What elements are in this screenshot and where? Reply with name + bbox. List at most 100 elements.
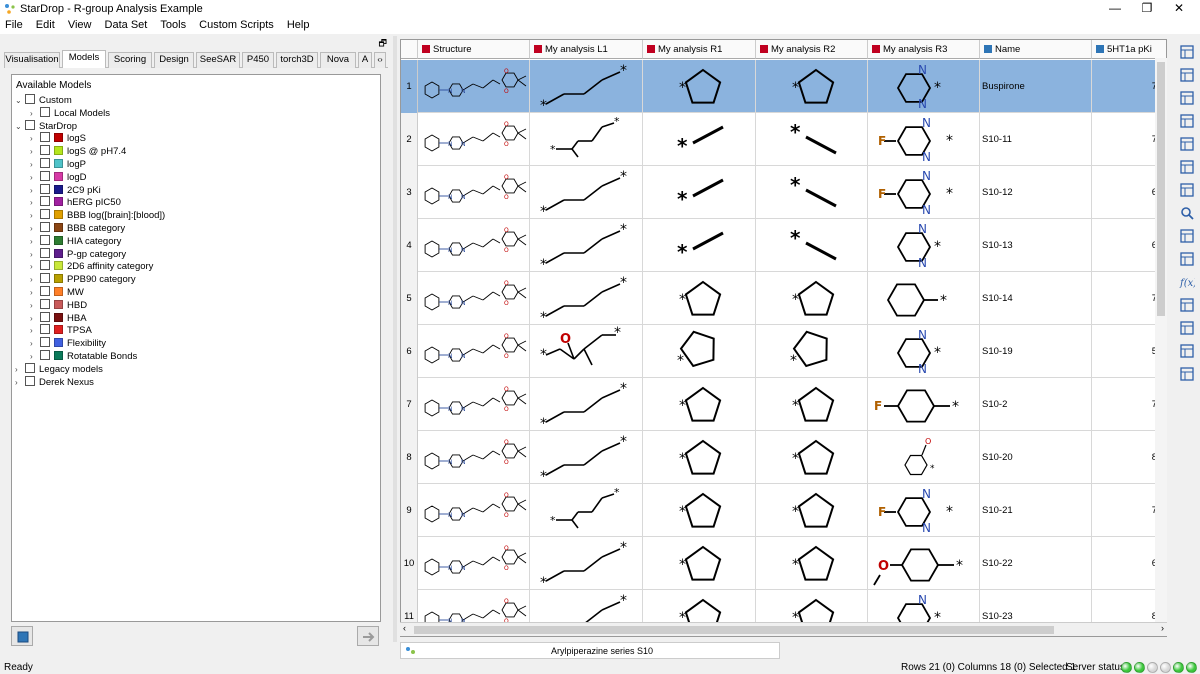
- tab-design[interactable]: Design: [154, 52, 194, 68]
- name-cell[interactable]: S10-13: [980, 219, 1092, 272]
- tree-item-logp[interactable]: › logP: [30, 158, 86, 170]
- tree-icon[interactable]: [1179, 90, 1195, 106]
- table-row[interactable]: 2OONN****FNN*S10-117.0: [401, 113, 1166, 166]
- tree-checkbox[interactable]: [40, 145, 50, 156]
- copy-model-button[interactable]: [11, 626, 33, 646]
- r1-cell[interactable]: *: [643, 113, 756, 166]
- row-number[interactable]: 1: [401, 60, 418, 113]
- tree-checkbox[interactable]: [40, 183, 50, 194]
- tree-item-p-gp-category[interactable]: › P-gp category: [30, 247, 126, 260]
- structure-cell[interactable]: O O N N: [418, 484, 530, 537]
- l1-cell[interactable]: * * O: [530, 325, 643, 378]
- tree-checkbox[interactable]: [40, 273, 50, 284]
- r1-cell[interactable]: *: [643, 219, 756, 272]
- r1-cell[interactable]: *: [643, 484, 756, 537]
- row-number[interactable]: 10: [401, 537, 418, 590]
- table-row[interactable]: 4OONN****NN*S10-136.9: [401, 219, 1166, 272]
- table-icon[interactable]: [1179, 159, 1195, 175]
- tree-item-flexibility[interactable]: › Flexibility: [30, 337, 106, 349]
- table-row[interactable]: 8OONN****O*S10-208.7: [401, 431, 1166, 484]
- link-icon[interactable]: [1179, 297, 1195, 313]
- tree-item-logs[interactable]: › logS: [30, 132, 86, 144]
- column-header-structure[interactable]: Structure: [418, 40, 530, 59]
- structure-cell[interactable]: O O N N: [418, 113, 530, 166]
- row-number[interactable]: 4: [401, 219, 418, 272]
- menu-view[interactable]: View: [63, 18, 97, 31]
- r1-cell[interactable]: *: [643, 166, 756, 219]
- column-header-my-analysis-l1[interactable]: My analysis L1: [530, 40, 643, 59]
- chevron-right-icon[interactable]: ›: [30, 325, 40, 337]
- l1-cell[interactable]: **: [530, 484, 643, 537]
- name-cell[interactable]: S10-19: [980, 325, 1092, 378]
- r2-cell[interactable]: *: [756, 537, 868, 590]
- tree-checkbox[interactable]: [40, 158, 50, 168]
- tab-seesar[interactable]: SeeSAR: [196, 52, 240, 68]
- chevron-right-icon[interactable]: ›: [30, 274, 40, 286]
- structure-cell[interactable]: O O N N: [418, 60, 530, 113]
- r3-cell[interactable]: N N *: [868, 325, 980, 378]
- structure-cell[interactable]: O O N N: [418, 272, 530, 325]
- menu-data-set[interactable]: Data Set: [100, 18, 153, 31]
- r1-cell[interactable]: *: [643, 431, 756, 484]
- tab-torch3d[interactable]: torch3D: [276, 52, 318, 68]
- name-cell[interactable]: S10-11: [980, 113, 1092, 166]
- chevron-right-icon[interactable]: ›: [30, 133, 40, 145]
- tree-item-tpsa[interactable]: › TPSA: [30, 324, 92, 336]
- r2-cell[interactable]: *: [756, 431, 868, 484]
- chevron-right-icon[interactable]: ›: [30, 172, 40, 184]
- chevron-right-icon[interactable]: ›: [30, 223, 40, 235]
- tree-checkbox[interactable]: [40, 311, 50, 322]
- r3-cell[interactable]: *: [868, 272, 980, 325]
- column-header-name[interactable]: Name: [980, 40, 1092, 59]
- chevron-down-icon[interactable]: ⌄: [15, 121, 25, 133]
- tree-checkbox[interactable]: [40, 286, 50, 296]
- name-cell[interactable]: Buspirone: [980, 60, 1092, 113]
- export-icon[interactable]: [1179, 343, 1195, 359]
- structure-cell[interactable]: O O N N: [418, 219, 530, 272]
- tree-item-bbb-log-brain-blood[interactable]: › BBB log([brain]:[blood]): [30, 209, 165, 221]
- menu-custom-scripts[interactable]: Custom Scripts: [194, 18, 279, 31]
- tree-checkbox[interactable]: [40, 260, 50, 271]
- tree-item-custom[interactable]: ⌄ Custom: [15, 94, 72, 106]
- r1-cell[interactable]: *: [643, 537, 756, 590]
- tree-checkbox[interactable]: [40, 132, 50, 143]
- r3-cell[interactable]: F N N *: [868, 484, 980, 537]
- tree-item-hba[interactable]: › HBA: [30, 311, 87, 325]
- r3-cell[interactable]: N N *: [868, 219, 980, 272]
- r2-cell[interactable]: *: [756, 378, 868, 431]
- chevron-right-icon[interactable]: ›: [30, 287, 40, 299]
- chevron-right-icon[interactable]: ›: [30, 185, 40, 197]
- l1-cell[interactable]: **: [530, 537, 643, 590]
- menu-help[interactable]: Help: [282, 18, 315, 31]
- tree-checkbox[interactable]: [40, 234, 50, 245]
- tree-checkbox[interactable]: [40, 106, 50, 117]
- row-number[interactable]: 6: [401, 325, 418, 378]
- chevron-right-icon[interactable]: ›: [30, 313, 40, 325]
- tree-item-hia-category[interactable]: › HIA category: [30, 234, 121, 247]
- l1-cell[interactable]: **: [530, 431, 643, 484]
- column-header-my-analysis-r2[interactable]: My analysis R2: [756, 40, 868, 59]
- row-number[interactable]: 7: [401, 378, 418, 431]
- tree-checkbox[interactable]: [40, 170, 50, 181]
- column-header-my-analysis-r3[interactable]: My analysis R3: [868, 40, 980, 59]
- minimize-button[interactable]: —: [1100, 0, 1130, 18]
- tab-models[interactable]: Models: [62, 50, 106, 68]
- structure-cell[interactable]: O O N N: [418, 166, 530, 219]
- r2-cell[interactable]: *: [756, 166, 868, 219]
- check-list-icon[interactable]: [1179, 251, 1195, 267]
- chevron-down-icon[interactable]: ⌄: [15, 95, 25, 107]
- grid-view-icon[interactable]: [1179, 44, 1195, 60]
- sheet-tab[interactable]: Arylpiperazine series S10: [551, 646, 653, 656]
- tree-checkbox[interactable]: [40, 337, 50, 348]
- table-row[interactable]: 3OONN****FNN*S10-126.6: [401, 166, 1166, 219]
- r2-cell[interactable]: *: [756, 325, 868, 378]
- r1-cell[interactable]: *: [643, 378, 756, 431]
- tree-checkbox[interactable]: [40, 196, 50, 207]
- structure-cell[interactable]: O O N N: [418, 378, 530, 431]
- function-icon[interactable]: f(x): [1179, 274, 1195, 290]
- l1-cell[interactable]: **: [530, 166, 643, 219]
- tree-item-logd[interactable]: › logD: [30, 170, 87, 184]
- close-button[interactable]: ✕: [1164, 0, 1194, 18]
- tree-item-2c9-pki[interactable]: › 2C9 pKi: [30, 183, 101, 197]
- table-row[interactable]: 7OONN****F*S10-27.1: [401, 378, 1166, 431]
